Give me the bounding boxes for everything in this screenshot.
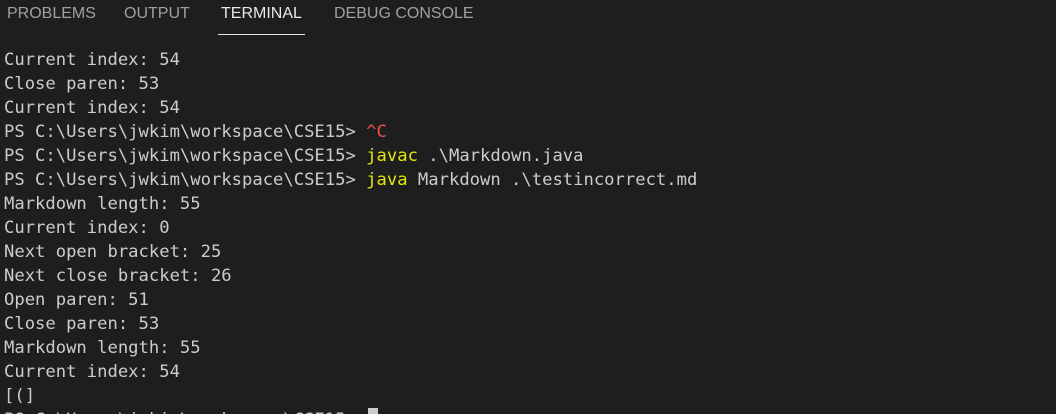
- terminal-prompt: PS C:\Users\jwkim\workspace\CSE15>: [4, 170, 367, 190]
- terminal-output-text: Current index: 0: [4, 218, 170, 238]
- terminal-line: Next close bracket: 26: [4, 264, 1054, 288]
- tab-debug-console-label: DEBUG CONSOLE: [334, 5, 474, 22]
- terminal-output-text: Current index: 54: [4, 50, 180, 70]
- terminal-line: Current index: 54: [4, 96, 1054, 120]
- terminal-line: [(]: [4, 384, 1054, 408]
- terminal-command: javac: [366, 146, 418, 166]
- terminal-line: Markdown length: 55: [4, 192, 1054, 216]
- terminal-line: Current index: 54: [4, 360, 1054, 384]
- terminal-output[interactable]: Current index: 54 Close paren: 53 Current …: [4, 48, 1054, 414]
- tab-problems-label: PROBLEMS: [7, 5, 96, 22]
- terminal-line: Current index: 54: [4, 48, 1054, 72]
- terminal-line: Close paren: 53: [4, 72, 1054, 96]
- terminal-output-text: Next open bracket: 25: [4, 242, 222, 262]
- terminal-line: Open paren: 51: [4, 288, 1054, 312]
- terminal-line: PS C:\Users\jwkim\workspace\CSE15> javac…: [4, 144, 1054, 168]
- terminal-command-args: Markdown .\testincorrect.md: [407, 170, 698, 190]
- terminal-line: PS C:\Users\jwkim\workspace\CSE15>: [4, 408, 1054, 414]
- tab-terminal-label: TERMINAL: [221, 5, 302, 22]
- tab-output-label: OUTPUT: [124, 5, 190, 22]
- terminal-output-text: Markdown length: 55: [4, 194, 201, 214]
- terminal-command: java: [366, 170, 408, 190]
- terminal-interrupt: ^C: [366, 122, 387, 142]
- terminal-output-text: Close paren: 53: [4, 314, 160, 334]
- terminal-prompt: PS C:\Users\jwkim\workspace\CSE15>: [4, 410, 366, 414]
- tab-terminal[interactable]: TERMINAL: [218, 0, 305, 36]
- panel-tab-bar: PROBLEMS OUTPUT TERMINAL DEBUG CONSOLE: [0, 0, 1056, 36]
- tab-output[interactable]: OUTPUT: [124, 0, 190, 36]
- terminal-line: Next open bracket: 25: [4, 240, 1054, 264]
- terminal-output-text: Next close bracket: 26: [4, 266, 232, 286]
- terminal-line: Current index: 0: [4, 216, 1054, 240]
- terminal-prompt: PS C:\Users\jwkim\workspace\CSE15>: [4, 122, 367, 142]
- terminal-prompt: PS C:\Users\jwkim\workspace\CSE15>: [4, 146, 367, 166]
- terminal-output-text: Markdown length: 55: [4, 338, 201, 358]
- tab-debug-console[interactable]: DEBUG CONSOLE: [334, 0, 474, 36]
- terminal-line: Markdown length: 55: [4, 336, 1054, 360]
- terminal-line: Close paren: 53: [4, 312, 1054, 336]
- terminal-output-text: Open paren: 51: [4, 290, 149, 310]
- terminal-output-text: [(]: [4, 386, 36, 406]
- terminal-output-text: Current index: 54: [4, 98, 180, 118]
- terminal-output-text: Close paren: 53: [4, 74, 160, 94]
- terminal-command-args: .\Markdown.java: [417, 146, 584, 166]
- terminal-line: PS C:\Users\jwkim\workspace\CSE15> java …: [4, 168, 1054, 192]
- terminal-line: PS C:\Users\jwkim\workspace\CSE15> ^C: [4, 120, 1054, 144]
- terminal-output-text: Current index: 54: [4, 362, 180, 382]
- terminal-cursor: [368, 408, 379, 414]
- tab-problems[interactable]: PROBLEMS: [7, 0, 96, 36]
